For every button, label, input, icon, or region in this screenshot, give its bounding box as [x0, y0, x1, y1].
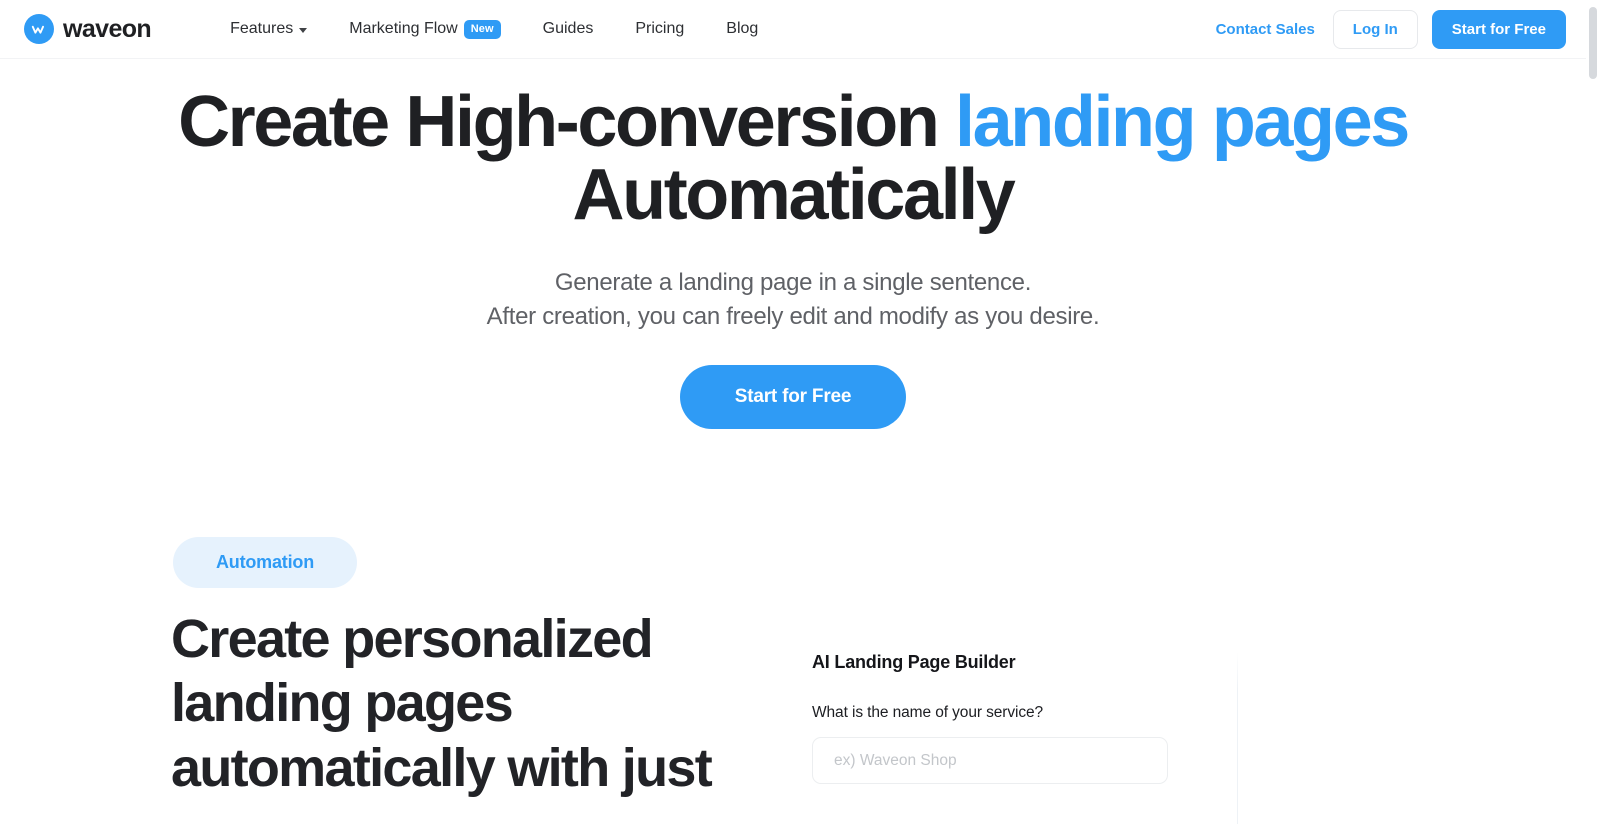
site-header: waveon Features Marketing Flow New Guide… — [0, 0, 1586, 59]
hero-subtitle: Generate a landing page in a single sent… — [0, 266, 1586, 334]
brand-name: waveon — [63, 14, 152, 43]
page-root: waveon Features Marketing Flow New Guide… — [0, 0, 1600, 824]
nav-label-pricing: Pricing — [635, 20, 685, 37]
new-badge: New — [463, 19, 501, 39]
main-navigation: Features Marketing Flow New Guides Prici… — [209, 14, 779, 45]
nav-item-guides[interactable]: Guides — [522, 14, 615, 44]
hero-subtitle-line1: Generate a landing page in a single sent… — [554, 268, 1032, 296]
vertical-scrollbar-thumb[interactable] — [1589, 7, 1597, 79]
service-name-input[interactable] — [812, 737, 1168, 784]
nav-item-features[interactable]: Features — [209, 14, 328, 44]
panel-divider — [1237, 652, 1238, 824]
nav-label-marketing-flow: Marketing Flow — [349, 20, 458, 37]
hero-title-accent: landing pages — [955, 82, 1410, 162]
hero-subtitle-line2: After creation, you can freely edit and … — [486, 302, 1100, 330]
waveon-logo-icon — [24, 14, 54, 44]
start-for-free-header-button[interactable]: Start for Free — [1431, 9, 1566, 49]
automation-pill: Automation — [173, 537, 357, 588]
nav-label-features: Features — [230, 20, 294, 37]
nav-item-marketing-flow[interactable]: Marketing Flow New — [328, 14, 521, 45]
hero-section: Create High-conversion landing pages Aut… — [0, 59, 1586, 430]
panel-title: AI Landing Page Builder — [812, 652, 1016, 672]
nav-label-guides: Guides — [542, 20, 594, 37]
automation-heading: Create personalized landing pages automa… — [171, 609, 713, 798]
header-actions: Contact Sales Log In Start for Free — [1216, 9, 1586, 49]
brand-logo[interactable]: waveon — [24, 14, 152, 44]
hero-title-line1: Create High-conversion landing pages — [178, 82, 1410, 162]
login-button[interactable]: Log In — [1332, 9, 1418, 49]
nav-item-blog[interactable]: Blog — [705, 14, 779, 44]
nav-item-pricing[interactable]: Pricing — [614, 14, 705, 44]
automation-section: Automation Create personalized landing p… — [0, 525, 1586, 824]
hero-title: Create High-conversion landing pages Aut… — [0, 85, 1586, 236]
hero-start-for-free-button[interactable]: Start for Free — [680, 365, 906, 430]
chevron-down-icon — [299, 28, 308, 33]
vertical-scrollbar-track[interactable] — [1586, 0, 1600, 824]
nav-label-blog: Blog — [726, 20, 759, 37]
hero-title-line2: Automatically — [572, 155, 1016, 236]
contact-sales-link[interactable]: Contact Sales — [1216, 21, 1315, 38]
service-name-label: What is the name of your service? — [812, 704, 1044, 721]
ai-landing-page-builder-panel: AI Landing Page Builder What is the name… — [812, 652, 1207, 784]
hero-title-part1: Create High-conversion — [178, 82, 956, 162]
